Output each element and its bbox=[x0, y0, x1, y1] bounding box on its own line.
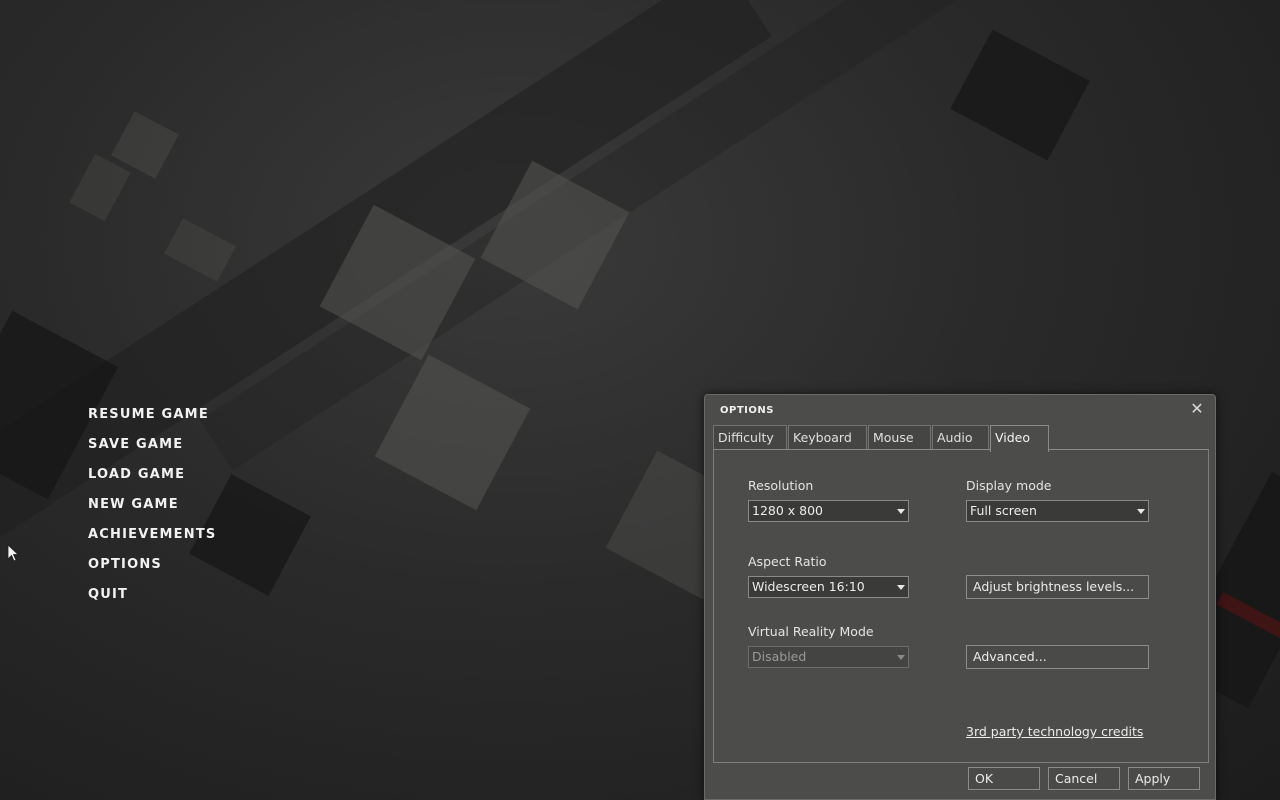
advanced-button[interactable]: Advanced... bbox=[966, 645, 1149, 669]
resolution-label: Resolution bbox=[748, 478, 814, 493]
menu-item-quit[interactable]: QUIT bbox=[88, 586, 216, 616]
tab-keyboard[interactable]: Keyboard bbox=[788, 425, 867, 450]
menu-item-resume-game[interactable]: RESUME GAME bbox=[88, 406, 216, 436]
aspect-ratio-value: Widescreen 16:10 bbox=[752, 579, 865, 594]
close-icon[interactable]: ✕ bbox=[1189, 401, 1205, 417]
vr-mode-value: Disabled bbox=[752, 649, 807, 664]
options-dialog: OPTIONS ✕ Difficulty Keyboard Mouse Audi… bbox=[704, 394, 1216, 800]
mouse-cursor-icon bbox=[7, 544, 19, 562]
display-mode-select[interactable]: Full screen bbox=[966, 500, 1149, 522]
menu-item-achievements[interactable]: ACHIEVEMENTS bbox=[88, 526, 216, 556]
background-tile bbox=[69, 153, 131, 222]
menu-item-save-game[interactable]: SAVE GAME bbox=[88, 436, 216, 466]
menu-item-new-game[interactable]: NEW GAME bbox=[88, 496, 216, 526]
tab-difficulty[interactable]: Difficulty bbox=[713, 425, 787, 450]
chevron-down-icon bbox=[1137, 509, 1145, 514]
display-mode-label: Display mode bbox=[966, 478, 1052, 493]
background-tile bbox=[164, 218, 236, 282]
menu-item-load-game[interactable]: LOAD GAME bbox=[88, 466, 216, 496]
aspect-ratio-select[interactable]: Widescreen 16:10 bbox=[748, 576, 909, 598]
aspect-ratio-label: Aspect Ratio bbox=[748, 554, 827, 569]
display-mode-value: Full screen bbox=[970, 503, 1037, 518]
adjust-brightness-button[interactable]: Adjust brightness levels... bbox=[966, 575, 1149, 599]
resolution-value: 1280 x 800 bbox=[752, 503, 824, 518]
resolution-select[interactable]: 1280 x 800 bbox=[748, 500, 909, 522]
main-menu: RESUME GAME SAVE GAME LOAD GAME NEW GAME… bbox=[88, 406, 216, 616]
menu-item-options[interactable]: OPTIONS bbox=[88, 556, 216, 586]
apply-button[interactable]: Apply bbox=[1128, 767, 1200, 790]
vr-mode-label: Virtual Reality Mode bbox=[748, 624, 874, 639]
tab-mouse[interactable]: Mouse bbox=[868, 425, 931, 450]
video-settings-panel: Resolution 1280 x 800 Display mode Full … bbox=[713, 449, 1209, 763]
chevron-down-icon bbox=[897, 509, 905, 514]
background-tile bbox=[374, 354, 531, 511]
tab-audio[interactable]: Audio bbox=[932, 425, 989, 450]
chevron-down-icon bbox=[897, 585, 905, 590]
third-party-credits-link[interactable]: 3rd party technology credits bbox=[966, 724, 1143, 739]
cancel-button[interactable]: Cancel bbox=[1048, 767, 1120, 790]
tab-video[interactable]: Video bbox=[990, 425, 1049, 452]
background-tile bbox=[950, 29, 1090, 161]
tab-strip: Difficulty Keyboard Mouse Audio Video bbox=[713, 425, 1053, 452]
dialog-title: OPTIONS bbox=[720, 405, 774, 416]
vr-mode-select: Disabled bbox=[748, 646, 909, 668]
ok-button[interactable]: OK bbox=[968, 767, 1040, 790]
chevron-down-icon bbox=[897, 655, 905, 660]
